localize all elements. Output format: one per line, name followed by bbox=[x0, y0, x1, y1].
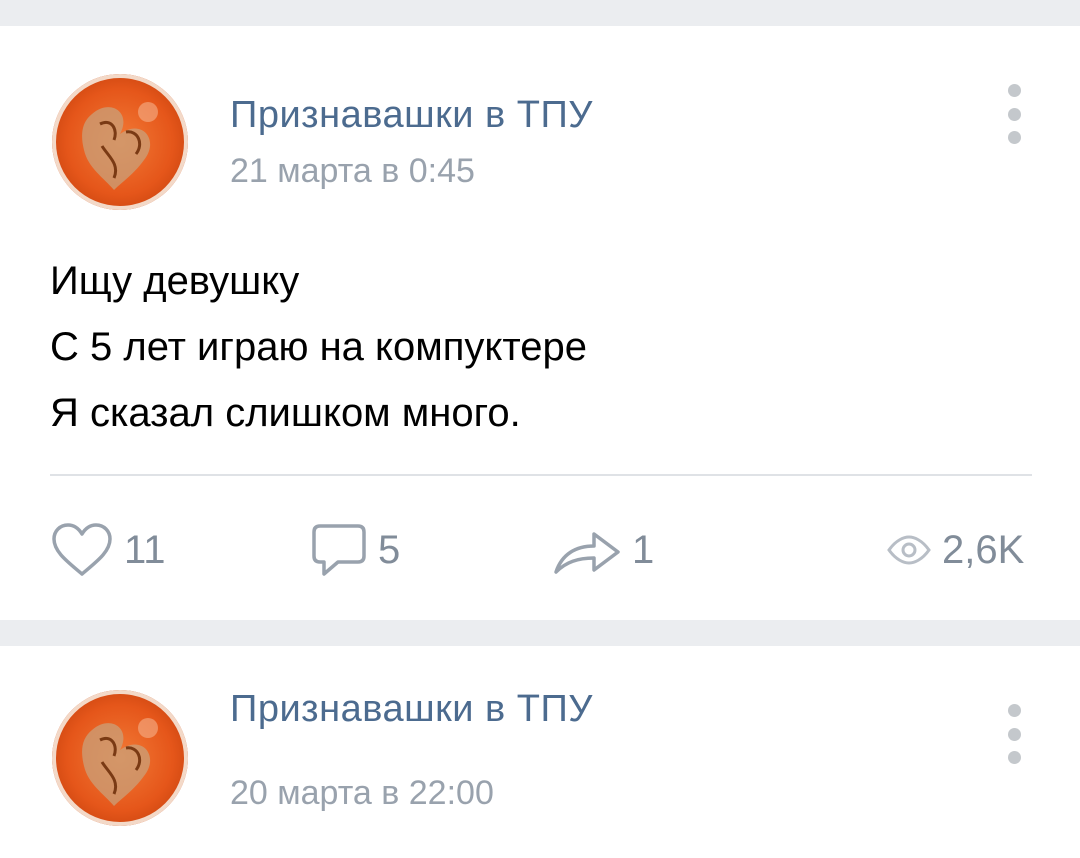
views-indicator: 2,6K bbox=[886, 522, 1024, 578]
more-vertical-icon[interactable] bbox=[1002, 704, 1026, 764]
comment-icon bbox=[312, 524, 366, 576]
share-button[interactable]: 1 bbox=[552, 522, 654, 578]
post-date[interactable]: 20 марта в 22:00 bbox=[230, 774, 494, 813]
post-text-line: Я сказал слишком много. bbox=[50, 391, 521, 435]
post-author[interactable]: Признавашки в ТПУ bbox=[230, 94, 593, 137]
community-avatar[interactable] bbox=[52, 690, 188, 826]
post-card: Признавашки в ТПУ 21 марта в 0:45 Ищу де… bbox=[0, 26, 1080, 620]
post-card: Признавашки в ТПУ 20 марта в 22:00 bbox=[0, 646, 1080, 858]
like-button[interactable]: 11 bbox=[50, 522, 166, 578]
feed-separator-top bbox=[0, 0, 1080, 24]
share-count: 1 bbox=[632, 527, 655, 572]
post-author[interactable]: Признавашки в ТПУ bbox=[230, 688, 593, 731]
share-icon bbox=[554, 532, 620, 574]
avatar-heart-image bbox=[82, 718, 158, 806]
more-vertical-icon[interactable] bbox=[1002, 84, 1026, 144]
divider bbox=[50, 474, 1032, 476]
post-text-line: С 5 лет играю на компуктере bbox=[50, 325, 587, 369]
comment-count: 5 bbox=[378, 527, 401, 572]
community-avatar[interactable] bbox=[52, 74, 188, 210]
heart-icon bbox=[52, 523, 112, 576]
post-text: Ищу девушку С 5 лет играю на компуктере … bbox=[50, 248, 587, 446]
views-count: 2,6K bbox=[942, 527, 1025, 572]
avatar-heart-image bbox=[82, 102, 158, 190]
comment-button[interactable]: 5 bbox=[310, 522, 400, 578]
post-date[interactable]: 21 марта в 0:45 bbox=[230, 152, 475, 191]
like-count: 11 bbox=[124, 527, 166, 572]
post-text-line: Ищу девушку bbox=[50, 259, 300, 303]
eye-icon bbox=[887, 535, 931, 565]
